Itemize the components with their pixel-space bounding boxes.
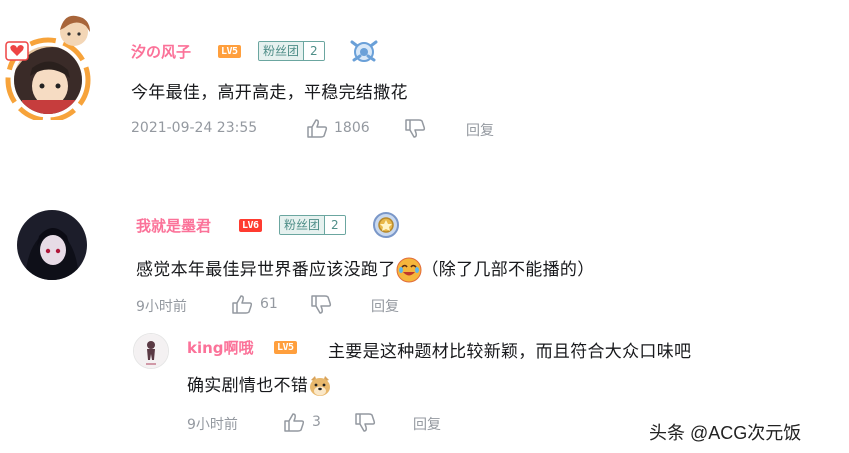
fan-group-level: 2 [303,42,324,60]
thumbs-down-icon[interactable] [354,413,376,433]
fan-group-label: 粉丝团 [280,216,325,234]
reply-content-line2: 确实剧情也不错 [187,371,332,398]
fan-group-level: 2 [324,216,345,234]
avatar[interactable] [17,210,87,280]
reply-button[interactable]: 回复 [413,414,441,434]
comment-text-suffix: （除了几部不能播的） [421,260,595,280]
thumbs-up-icon[interactable] [283,412,305,432]
comment-content: 感觉本年最佳异世界番应该没跑了 （除了几部不能播的） [136,255,595,283]
watermark: 头条 @ACG次元饭 [649,423,802,443]
comment-username[interactable]: 汐の风子 [131,41,191,62]
comment-time: 9小时前 [136,299,187,315]
thumbs-up-icon[interactable] [231,294,253,314]
fan-group-badge[interactable]: 粉丝团 2 [279,215,346,235]
reply-content-line1: 主要是这种题材比较新颖，而且符合大众口味吧 [328,342,692,362]
avatar-image [134,334,168,368]
reply-button[interactable]: 回复 [466,120,494,140]
reply-text: 确实剧情也不错 [187,376,309,396]
avatar-image [17,210,87,280]
reply-time: 9小时前 [187,417,238,433]
thumbs-down-icon[interactable] [310,295,332,315]
comment-content: 今年最佳，高开高走，平稳完结撒花 [131,83,408,103]
reply-username[interactable]: king啊哦 [187,337,254,358]
like-count: 1806 [334,120,370,136]
level-badge: LV5 [274,341,297,354]
thumbs-up-icon[interactable] [306,118,328,138]
like-count: 3 [312,414,321,430]
fan-group-label: 粉丝团 [259,42,304,60]
comment-username[interactable]: 我就是墨君 [136,215,211,236]
level-badge: LV6 [239,219,262,232]
avatar-frame[interactable] [2,12,98,123]
comment-time: 2021-09-24 23:55 [131,120,258,136]
reply-button[interactable]: 回复 [371,296,399,316]
comment-text: 感觉本年最佳异世界番应该没跑了 [136,260,396,280]
avatar-image [5,15,91,123]
fan-group-badge[interactable]: 粉丝团 2 [258,41,325,61]
doge-emoji-icon [310,376,331,396]
laugh-cry-emoji-icon [396,257,421,283]
thumbs-down-icon[interactable] [404,119,426,139]
like-count: 61 [260,296,278,312]
medal-icon [373,212,399,238]
level-badge: LV5 [218,45,241,58]
reply-avatar[interactable] [133,333,169,369]
medal-icon [350,40,378,62]
